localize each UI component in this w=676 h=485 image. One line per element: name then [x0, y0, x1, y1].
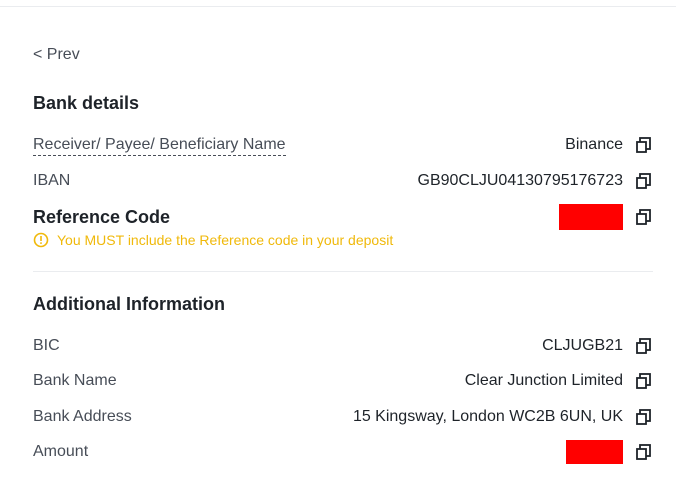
iban-label: IBAN — [33, 172, 71, 189]
bank-address-row: Bank Address 15 Kingsway, London WC2B 6U… — [33, 405, 653, 429]
amount-row: Amount — [33, 440, 653, 464]
copy-icon[interactable] — [635, 337, 653, 355]
reference-label: Reference Code — [33, 206, 171, 227]
additional-info-title: Additional Information — [33, 294, 225, 314]
reference-warning: You MUST include the Reference code in y… — [33, 232, 393, 248]
reference-value-wrap — [559, 204, 653, 230]
amount-value-redacted — [566, 440, 623, 464]
section-divider — [33, 271, 653, 272]
copy-icon[interactable] — [635, 208, 653, 226]
warning-text: You MUST include the Reference code in y… — [57, 232, 394, 248]
top-divider — [0, 0, 676, 7]
bank-name-value: Clear Junction Limited — [464, 372, 623, 389]
bank-name-label: Bank Name — [33, 372, 117, 389]
copy-icon[interactable] — [635, 372, 653, 390]
prev-link[interactable]: < Prev — [33, 46, 80, 64]
bank-name-value-wrap: Clear Junction Limited — [465, 372, 653, 390]
bic-value: CLJUGB21 — [542, 337, 623, 354]
copy-icon[interactable] — [635, 443, 653, 461]
receiver-row: Receiver/ Payee/ Beneficiary Name Binanc… — [33, 133, 653, 157]
copy-icon[interactable] — [635, 172, 653, 190]
receiver-value-wrap: Binance — [565, 136, 653, 154]
bank-address-value-wrap: 15 Kingsway, London WC2B 6UN, UK — [353, 408, 653, 426]
iban-value: GB90CLJU04130795176723 — [417, 172, 624, 189]
receiver-label[interactable]: Receiver/ Payee/ Beneficiary Name — [33, 135, 286, 156]
receiver-value: Binance — [565, 136, 623, 153]
bank-details-title: Bank details — [33, 93, 140, 113]
bank-address-value: 15 Kingsway, London WC2B 6UN, UK — [352, 408, 623, 425]
warning-circle-icon — [33, 232, 49, 248]
reference-value-redacted — [559, 204, 623, 230]
bic-value-wrap: CLJUGB21 — [542, 337, 653, 355]
iban-row: IBAN GB90CLJU04130795176723 — [33, 169, 653, 193]
copy-icon[interactable] — [635, 408, 653, 426]
amount-label: Amount — [33, 443, 89, 460]
reference-row: Reference Code — [33, 204, 653, 230]
bank-name-row: Bank Name Clear Junction Limited — [33, 369, 653, 393]
bic-label: BIC — [33, 337, 60, 354]
bank-address-label: Bank Address — [33, 408, 132, 425]
amount-value-wrap — [566, 440, 653, 464]
bic-row: BIC CLJUGB21 — [33, 334, 653, 358]
copy-icon[interactable] — [635, 136, 653, 154]
iban-value-wrap: GB90CLJU04130795176723 — [418, 172, 654, 190]
